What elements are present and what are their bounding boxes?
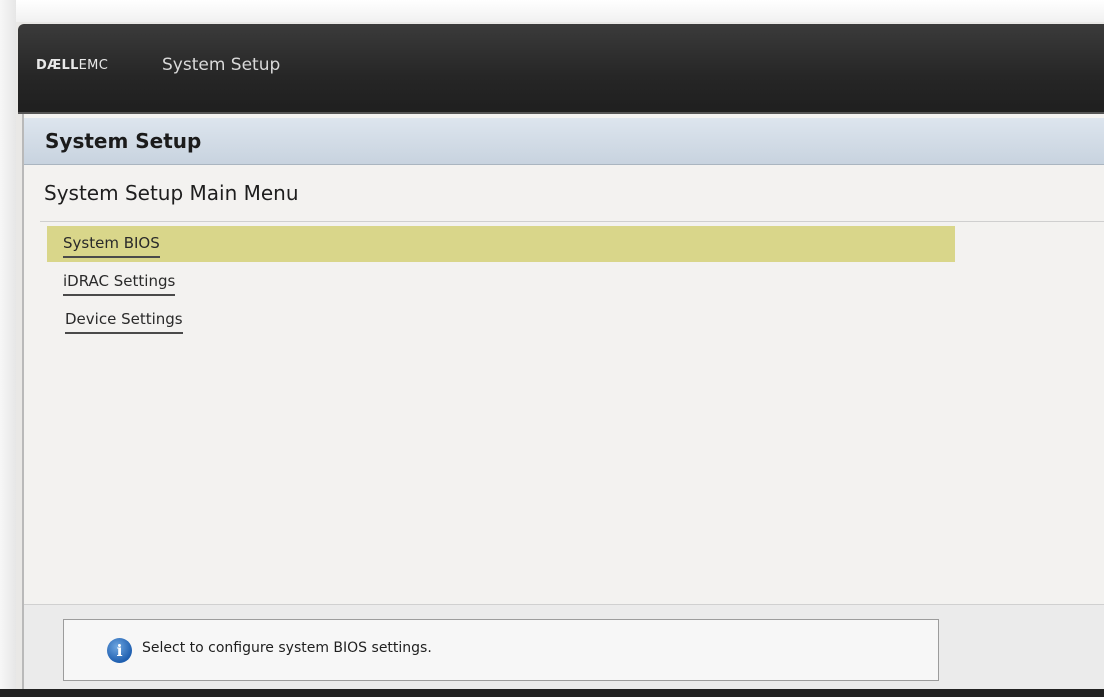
main-menu-title: System Setup Main Menu	[44, 181, 299, 205]
monitor-bezel-top	[0, 0, 1104, 22]
menu-item-idrac-settings[interactable]: iDRAC Settings	[47, 264, 247, 300]
logo-emc-text: EMC	[78, 58, 109, 73]
menu-item-label: iDRAC Settings	[63, 272, 176, 296]
info-icon: i	[107, 638, 132, 663]
menu-item-label: Device Settings	[65, 310, 183, 334]
system-setup-screen: DÆLLEMC System Setup System Setup System…	[0, 0, 1104, 697]
menu-divider	[40, 221, 1104, 222]
monitor-bezel-bottom	[0, 689, 1104, 697]
help-text: Select to configure system BIOS settings…	[142, 640, 432, 656]
page-title: System Setup	[45, 129, 202, 153]
menu-item-system-bios[interactable]: System BIOS	[47, 226, 955, 262]
logo-dell-text: DÆLL	[36, 58, 79, 73]
menu-item-label: System BIOS	[63, 234, 160, 258]
header-title: System Setup	[162, 55, 281, 75]
dell-emc-logo: DÆLLEMC	[36, 58, 108, 73]
menu-item-device-settings[interactable]: Device Settings	[47, 302, 247, 338]
monitor-bezel-left	[0, 0, 16, 697]
